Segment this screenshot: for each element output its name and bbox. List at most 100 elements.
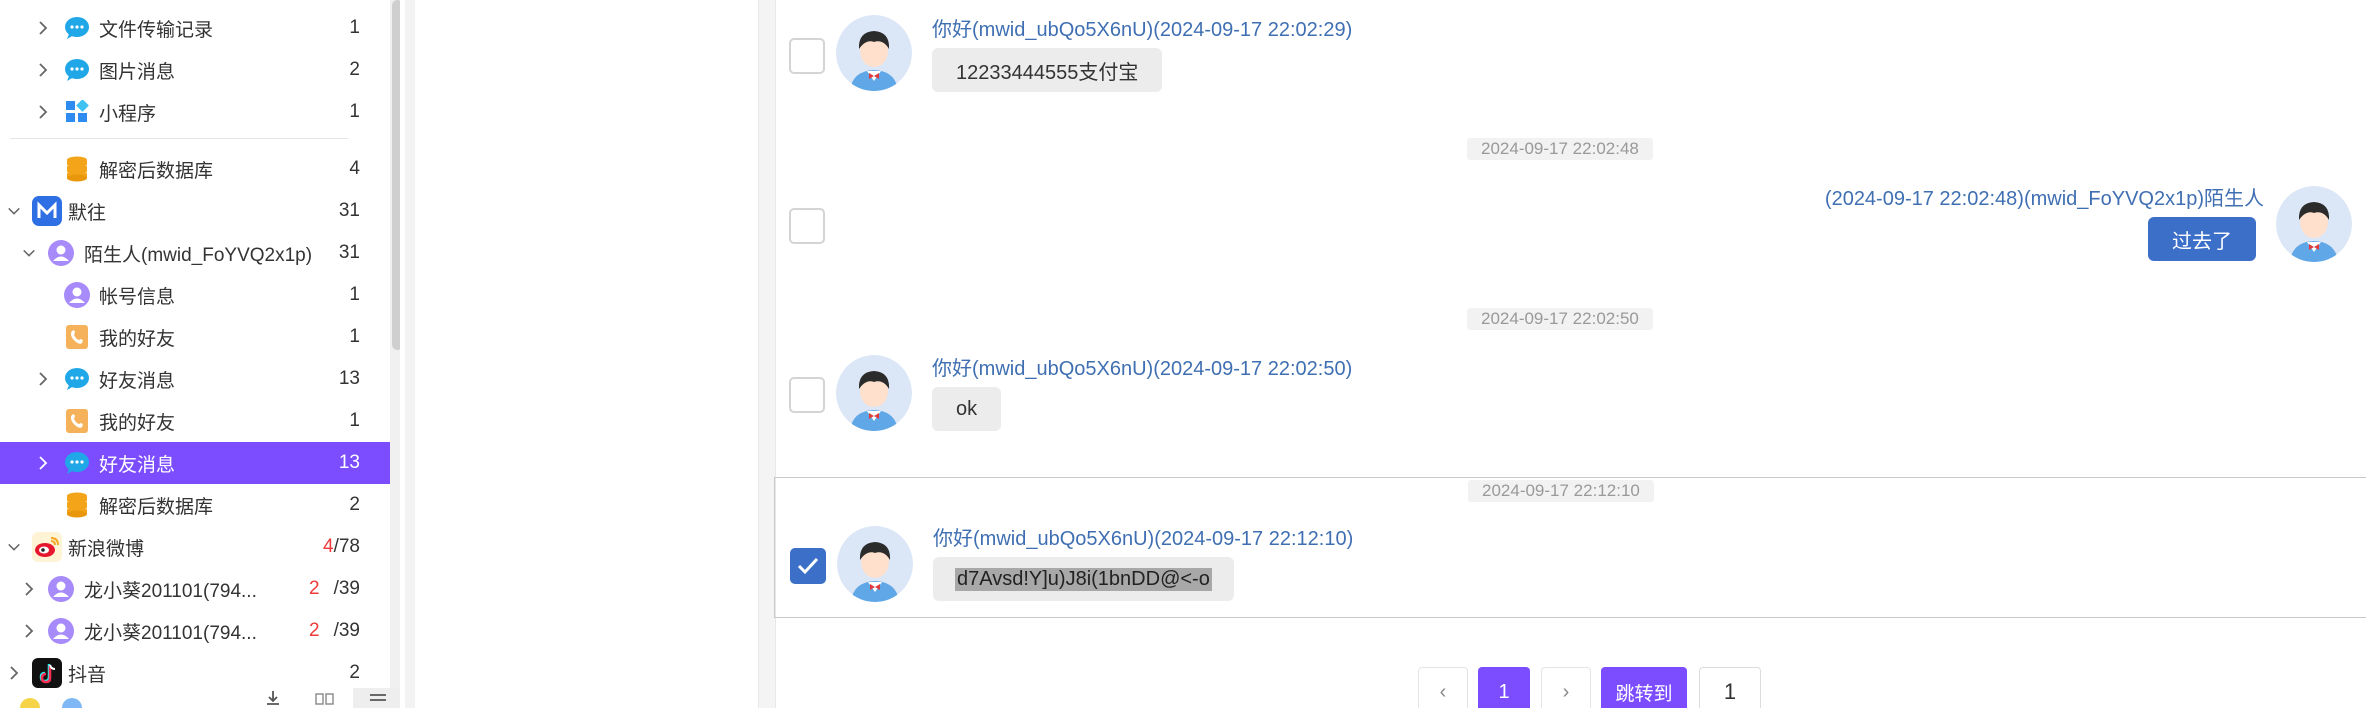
message-row: 你好(mwid_ubQo5X6nU)(2024-09-17 22:02:29) … bbox=[776, 0, 2366, 120]
tree-item-file-transfer[interactable]: 文件传输记录 1 bbox=[0, 7, 390, 49]
tree-item-weibo-account[interactable]: 龙小葵201101(794... 2/39 bbox=[0, 568, 390, 610]
tree-item-friend-messages-selected[interactable]: 好友消息 13 bbox=[0, 442, 390, 484]
chevron-right-icon[interactable] bbox=[22, 582, 36, 596]
page-1-button[interactable]: 1 bbox=[1478, 667, 1530, 708]
tree-item-label: 解密后数据库 bbox=[99, 496, 214, 518]
message-sender: 你好(mwid_ubQo5X6nU)(2024-09-17 22:12:10) bbox=[933, 528, 1354, 550]
tree-item-label: 抖音 bbox=[68, 664, 107, 686]
tree-item-decrypted-db[interactable]: 解密后数据库 2 bbox=[0, 484, 390, 526]
message-sender: 你好(mwid_ubQo5X6nU)(2024-09-17 22:02:29) bbox=[932, 19, 1353, 41]
chat-bubble-icon bbox=[64, 366, 90, 392]
tree-item-count: 2 bbox=[349, 59, 360, 80]
chevron-down-icon[interactable] bbox=[22, 246, 36, 260]
chat-bubble-icon bbox=[64, 15, 90, 41]
message-checkbox[interactable] bbox=[789, 38, 825, 74]
message-checkbox[interactable] bbox=[789, 208, 825, 244]
user-icon bbox=[48, 618, 74, 644]
avatar[interactable] bbox=[836, 355, 912, 431]
tree-item-count: 31 bbox=[338, 200, 360, 221]
tree-item-label: 解密后数据库 bbox=[99, 160, 214, 182]
tree-item-weibo[interactable]: 新浪微博 4/78 bbox=[0, 526, 390, 568]
avatar[interactable] bbox=[837, 526, 913, 602]
tree-item-label: 好友消息 bbox=[99, 454, 176, 476]
tree-item-label: 图片消息 bbox=[99, 61, 176, 83]
tree-item-label: 我的好友 bbox=[99, 328, 176, 350]
prev-page-button[interactable]: ‹ bbox=[1418, 667, 1468, 708]
unread-count: 4 bbox=[323, 536, 334, 557]
avatar[interactable] bbox=[2276, 186, 2352, 262]
tree-item-decrypted-db[interactable]: 解密后数据库 4 bbox=[0, 148, 390, 190]
message-bubble[interactable]: 12233444555支付宝 bbox=[932, 48, 1163, 92]
tree-item-friend-messages[interactable]: 好友消息 13 bbox=[0, 358, 390, 400]
next-page-button[interactable]: › bbox=[1541, 667, 1591, 708]
total-count: /39 bbox=[333, 578, 360, 599]
sidebar-scrollbar[interactable] bbox=[392, 0, 400, 350]
selected-text[interactable]: d7Avsd!Y]u)J8i(1bnDD@<-o bbox=[955, 567, 1212, 591]
mowang-app-icon bbox=[32, 196, 62, 226]
jump-to-button[interactable]: 跳转到 bbox=[1601, 667, 1687, 708]
user-icon bbox=[48, 240, 74, 266]
tree-item-count: 1 bbox=[349, 326, 360, 347]
message-bubble[interactable]: ok bbox=[932, 387, 1002, 431]
tree-item-count: 13 bbox=[338, 368, 360, 389]
chevron-right-icon[interactable] bbox=[36, 105, 50, 119]
message-bubble[interactable]: 过去了 bbox=[2148, 217, 2256, 261]
tree-item-weibo-account[interactable]: 龙小葵201101(794... 2/39 bbox=[0, 610, 390, 652]
tree-item-image-messages[interactable]: 图片消息 2 bbox=[0, 49, 390, 91]
yellow-dot-icon bbox=[20, 698, 40, 708]
chevron-down-icon[interactable] bbox=[7, 204, 21, 218]
database-icon bbox=[64, 492, 90, 518]
sidebar-bottom-toolbar bbox=[0, 688, 400, 708]
page-number-input[interactable]: 1 bbox=[1699, 667, 1761, 708]
douyin-icon bbox=[32, 658, 62, 688]
chevron-right-icon[interactable] bbox=[7, 666, 21, 680]
chat-bubble-icon bbox=[64, 57, 90, 83]
message-row-selected: 2024-09-17 22:12:10 你好(mwid_ubQo5X6nU)(2… bbox=[774, 477, 2366, 618]
tree-item-mini-program[interactable]: 小程序 1 bbox=[0, 91, 390, 133]
divider bbox=[10, 138, 348, 139]
user-icon bbox=[64, 282, 90, 308]
chevron-right-icon[interactable] bbox=[36, 63, 50, 77]
tree-item-label: 默往 bbox=[68, 202, 107, 224]
tree-item-label: 新浪微博 bbox=[68, 538, 145, 560]
tree-item-label: 帐号信息 bbox=[99, 286, 176, 308]
chevron-right-icon[interactable] bbox=[36, 372, 50, 386]
unread-count: 2 bbox=[309, 620, 320, 641]
tree-item-stranger-account[interactable]: 陌生人(mwid_FoYVQ2x1p) 31 bbox=[0, 232, 390, 274]
unread-count: 2 bbox=[309, 578, 320, 599]
pane-gutter[interactable] bbox=[405, 0, 415, 708]
tree-item-count: 4/78 bbox=[300, 536, 360, 558]
chevron-right-icon[interactable] bbox=[36, 456, 50, 470]
chevron-right-icon[interactable] bbox=[22, 624, 36, 638]
total-count: /39 bbox=[333, 620, 360, 641]
tree-item-my-friends[interactable]: 我的好友 1 bbox=[0, 400, 390, 442]
tree-item-my-friends[interactable]: 我的好友 1 bbox=[0, 316, 390, 358]
chat-message-list: 你好(mwid_ubQo5X6nU)(2024-09-17 22:02:29) … bbox=[774, 0, 2366, 708]
chevron-right-icon[interactable] bbox=[36, 21, 50, 35]
download-icon[interactable] bbox=[248, 688, 298, 708]
message-checkbox[interactable] bbox=[789, 377, 825, 413]
tree-item-count: 2/39 bbox=[300, 578, 360, 600]
chevron-down-icon[interactable] bbox=[7, 540, 21, 554]
tree-item-account-info[interactable]: 帐号信息 1 bbox=[0, 274, 390, 316]
tree-item-count: 13 bbox=[338, 452, 360, 473]
tree-item-count: 2 bbox=[349, 662, 360, 683]
message-row: 2024-09-17 22:02:48 (2024-09-17 22:02:48… bbox=[776, 130, 2366, 280]
message-timestamp: 2024-09-17 22:02:50 bbox=[1467, 308, 1653, 330]
grid-view-icon[interactable] bbox=[300, 688, 350, 708]
message-sender: 你好(mwid_ubQo5X6nU)(2024-09-17 22:02:50) bbox=[932, 358, 1353, 380]
tree-item-count: 2 bbox=[349, 494, 360, 515]
message-sender: (2024-09-17 22:02:48)(mwid_FoYVQ2x1p)陌生人 bbox=[1824, 188, 2264, 210]
contacts-icon bbox=[64, 324, 90, 350]
tree-item-count: 4 bbox=[349, 158, 360, 179]
message-bubble[interactable]: d7Avsd!Y]u)J8i(1bnDD@<-o bbox=[933, 557, 1234, 601]
tree-item-count: 1 bbox=[349, 101, 360, 122]
message-timestamp: 2024-09-17 22:12:10 bbox=[1468, 480, 1654, 502]
tree-item-label: 龙小葵201101(794... bbox=[84, 580, 257, 602]
tree-item-count: 1 bbox=[349, 284, 360, 305]
total-count: /78 bbox=[333, 536, 360, 557]
avatar[interactable] bbox=[836, 15, 912, 91]
list-view-icon[interactable] bbox=[353, 688, 400, 708]
message-checkbox-checked[interactable] bbox=[790, 548, 826, 584]
tree-item-mowang[interactable]: 默往 31 bbox=[0, 190, 390, 232]
